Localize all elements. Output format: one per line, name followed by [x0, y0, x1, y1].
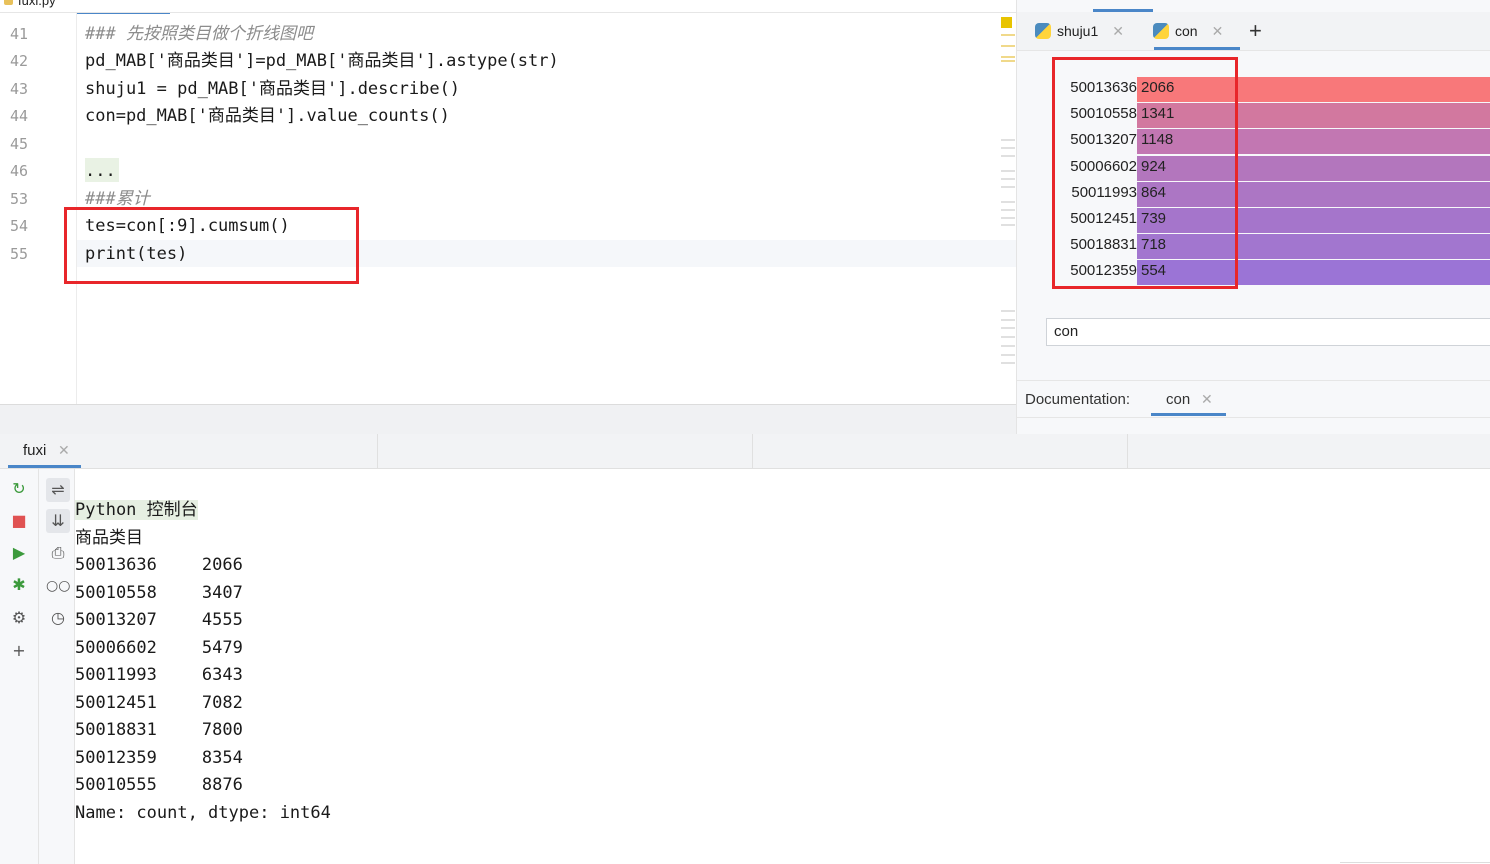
history-icon[interactable]: ◷ — [48, 608, 68, 628]
stop-icon[interactable]: ■ — [9, 511, 29, 531]
console-header-line: Python 控制台 — [75, 497, 331, 525]
console-row-value: 5479 — [201, 637, 243, 658]
python-file-icon — [4, 0, 13, 5]
line-number: 54 — [10, 217, 29, 235]
tab-con-label: con — [1175, 23, 1198, 39]
documentation-label: Documentation: — [1025, 391, 1131, 408]
code-editor[interactable]: fuxi.py 41 42 43 44 45 46 53 54 55 ### 先… — [0, 0, 1016, 404]
line-number: 43 — [10, 80, 29, 98]
tab-shuju1[interactable]: shuju1 ✕ — [1035, 12, 1124, 50]
console-index-name: 商品类目 — [75, 527, 143, 548]
rerun-icon[interactable]: ↻ — [9, 479, 29, 499]
code-line[interactable]: ### 先按照类目做个折线图吧 — [85, 23, 313, 45]
console-row: 50018831 7800 — [75, 717, 331, 745]
line-number: 45 — [10, 135, 29, 153]
console-row-value: 8354 — [201, 747, 243, 768]
code-line-folded[interactable]: ... — [85, 160, 116, 182]
console-row: 50010555 8876 — [75, 772, 331, 800]
console-row-key: 50012359 — [75, 747, 157, 768]
console-row: 50010558 3407 — [75, 580, 331, 608]
python-icon — [1153, 23, 1169, 39]
line-number: 41 — [10, 25, 29, 43]
highlight-box — [1052, 57, 1238, 289]
soft-wrap-icon[interactable]: ⇌ — [46, 478, 70, 502]
console-row: 50013207 4555 — [75, 607, 331, 635]
code-line[interactable]: con=pd_MAB['商品类目'].value_counts() — [85, 105, 450, 127]
console-row-key: 50013636 — [75, 555, 157, 575]
console-row-key: 50012451 — [75, 692, 157, 713]
tab-active-indicator — [1154, 47, 1240, 50]
variable-input-value: con — [1054, 323, 1079, 340]
close-icon[interactable]: ✕ — [1112, 23, 1124, 39]
console-row-key: 50013207 — [75, 610, 157, 630]
console-toolbar: ↻ ■ ▶ ✱ ⚙ + — [0, 469, 39, 864]
console-row-value: 4555 — [201, 610, 243, 630]
tab-shuju1-label: shuju1 — [1057, 23, 1099, 39]
close-icon[interactable]: ✕ — [1212, 23, 1224, 39]
tab-documentation-con[interactable]: con — [1166, 391, 1190, 408]
tab-file-label: fuxi.py — [18, 0, 56, 8]
print-icon[interactable]: ⎙ — [48, 543, 68, 563]
plus-icon[interactable]: + — [1249, 12, 1269, 50]
line-number: 44 — [10, 107, 29, 125]
console-row: 50013636 2066 — [75, 552, 331, 580]
line-number: 42 — [10, 52, 29, 70]
close-icon[interactable]: ✕ — [58, 442, 70, 459]
tab-divider — [0, 12, 1016, 13]
console-row-value: 6343 — [201, 665, 243, 685]
console-tabs — [0, 434, 1490, 469]
console-row-key: 50010558 — [75, 582, 157, 603]
line-number: 55 — [10, 245, 29, 263]
add-icon[interactable]: + — [9, 641, 29, 661]
console-header: Python 控制台 — [75, 500, 198, 520]
console-toolbar-secondary: ⇌ ⇊ ⎙ ○○ ◷ — [39, 469, 75, 864]
variables-panel: shuju1 ✕ con ✕ + 50013636 2066 50010558 1341 5… — [1016, 0, 1490, 434]
tab-fuxi[interactable]: fuxi — [23, 442, 46, 459]
tab-active-indicator — [1151, 413, 1226, 416]
tab-active-indicator — [8, 465, 81, 468]
view-icon[interactable]: ○○ — [46, 576, 70, 596]
console-row: 50006602 5479 — [75, 635, 331, 663]
console-footer: Name: count, dtype: int64 — [75, 802, 331, 823]
editor-scrollbar[interactable] — [1001, 14, 1015, 402]
console-row-value: 2066 — [201, 555, 243, 575]
console-row-key: 50018831 — [75, 720, 157, 740]
tab-con[interactable]: con ✕ — [1153, 12, 1223, 50]
highlight-box — [64, 207, 359, 284]
line-number: 53 — [10, 190, 29, 208]
run-icon[interactable]: ▶ — [9, 543, 29, 563]
debug-icon[interactable]: ✱ — [9, 575, 29, 595]
warning-marker[interactable] — [1001, 17, 1012, 28]
divider — [1340, 862, 1490, 863]
code-line[interactable]: pd_MAB['商品类目']=pd_MAB['商品类目'].astype(str… — [85, 50, 559, 72]
code-line[interactable]: shuju1 = pd_MAB['商品类目'].describe() — [85, 78, 460, 100]
console-output[interactable]: Python 控制台 商品类目 50013636 2066 50010558 3407 50… — [75, 497, 331, 827]
scroll-to-end-icon[interactable]: ⇊ — [46, 509, 70, 533]
console-row-value: 3407 — [201, 582, 243, 603]
line-number: 46 — [10, 162, 29, 180]
python-icon — [1035, 23, 1051, 39]
console-row-value: 7800 — [201, 720, 243, 740]
settings-icon[interactable]: ⚙ — [9, 608, 29, 628]
console-row-key: 50011993 — [75, 665, 157, 685]
console-row: 50011993 6343 — [75, 662, 331, 690]
console-row: 50012451 7082 — [75, 690, 331, 718]
console-row-key: 50006602 — [75, 637, 157, 658]
console-row: 50012359 8354 — [75, 745, 331, 773]
console-row-key: 50010555 — [75, 775, 157, 795]
variable-input[interactable]: con — [1046, 318, 1490, 346]
console-row-value: 8876 — [201, 775, 243, 795]
panel-separator[interactable] — [0, 404, 1016, 435]
console-row-value: 7082 — [201, 692, 243, 713]
close-icon[interactable]: ✕ — [1201, 391, 1213, 408]
